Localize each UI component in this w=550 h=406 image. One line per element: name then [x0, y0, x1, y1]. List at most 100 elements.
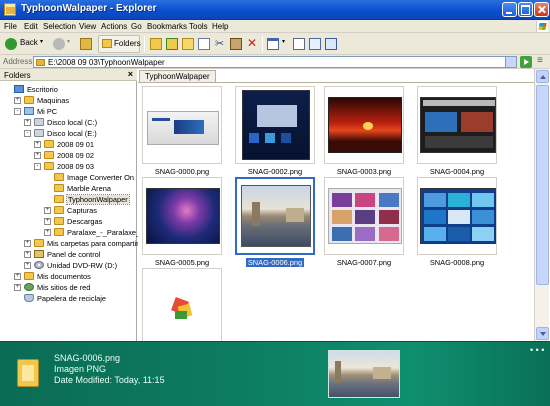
expand-icon[interactable]: +: [44, 229, 51, 236]
scroll-up-arrow-icon[interactable]: [536, 70, 549, 83]
go-button[interactable]: [520, 56, 532, 68]
menu-view[interactable]: View: [79, 22, 96, 31]
minimize-button[interactable]: [502, 2, 517, 17]
thumbnail-image: [420, 97, 496, 153]
tree-item-label: Mi PC: [37, 107, 58, 116]
thumbnail-image: [420, 188, 496, 244]
png-file-icon: [171, 297, 193, 321]
expand-icon[interactable]: +: [34, 141, 41, 148]
up-button[interactable]: [79, 35, 93, 53]
collapse-icon[interactable]: -: [24, 130, 31, 137]
expand-icon[interactable]: +: [14, 284, 21, 291]
paste-button[interactable]: [230, 35, 242, 53]
address-options-icon[interactable]: ≡: [535, 55, 547, 68]
tree-item-label: 2008 09 01: [57, 140, 94, 149]
expand-icon[interactable]: +: [34, 152, 41, 159]
folder-icon: [44, 151, 54, 159]
copy-to-button[interactable]: [166, 35, 178, 53]
thumbnail-caption: SNAG-0007.png: [336, 258, 392, 267]
details-more-icon[interactable]: • • •: [530, 345, 544, 355]
address-input[interactable]: E:\2008 09 03\TyphoonWalpaper: [33, 56, 517, 68]
tree-item-label: Mis sitios de red: [37, 283, 91, 292]
drive-icon: [34, 118, 44, 126]
new-folder-button[interactable]: [182, 35, 194, 53]
copy-button[interactable]: [198, 35, 210, 53]
network-icon: [24, 283, 34, 291]
slideshow-button[interactable]: [325, 35, 337, 53]
menu-edit[interactable]: Edit: [24, 22, 38, 31]
file-type-icon: [17, 359, 39, 387]
folder-icon: [54, 228, 64, 236]
menu-file[interactable]: File: [4, 22, 17, 31]
forward-button[interactable]: ▾: [52, 35, 72, 53]
scroll-down-arrow-icon[interactable]: [536, 327, 549, 340]
expand-icon[interactable]: +: [24, 119, 31, 126]
forward-dropdown-icon[interactable]: ▾: [67, 38, 70, 45]
views-dropdown-icon[interactable]: ▾: [282, 38, 285, 45]
thumbnail-caption: SNAG-0000.png: [154, 167, 210, 176]
address-bar: Address E:\2008 09 03\TyphoonWalpaper ≡: [0, 55, 550, 69]
tree-item-label: 2008 09 03: [57, 162, 94, 171]
expand-icon[interactable]: +: [14, 97, 21, 104]
thumbnail-caption: SNAG-0008.png: [429, 258, 485, 267]
details-modified: Date Modified: Today, 11:15: [54, 375, 165, 385]
menu-help[interactable]: Help: [212, 22, 228, 31]
window-title: TyphoonWalpaper - Explorer: [21, 3, 157, 14]
folder-icon: [44, 140, 54, 148]
details-preview-image: [328, 350, 400, 398]
thumbnail-frame: [417, 86, 497, 164]
views-button[interactable]: ▾: [267, 35, 289, 53]
expand-icon[interactable]: +: [44, 207, 51, 214]
page-view-button[interactable]: [309, 35, 321, 53]
vertical-scrollbar[interactable]: [534, 69, 549, 341]
windows-logo-icon: [536, 21, 548, 32]
close-button[interactable]: [534, 2, 549, 17]
tree-item-label: Papelera de reciclaje: [37, 294, 107, 303]
expand-icon[interactable]: +: [24, 262, 31, 269]
scrollbar-thumb[interactable]: [536, 85, 549, 285]
scissors-icon: ✂: [215, 38, 225, 50]
folder-icon: [24, 96, 34, 104]
menu-actions[interactable]: Actions: [101, 22, 127, 31]
recycle-bin-icon: [24, 294, 34, 302]
folders-button[interactable]: Folders: [98, 35, 141, 53]
folders-icon: [102, 39, 112, 48]
thumbnail-frame: [235, 86, 315, 164]
thumbnail-frame: [324, 177, 404, 255]
tree-item-label: TyphoonWalpaper: [66, 194, 130, 205]
menu-go[interactable]: Go: [131, 22, 142, 31]
address-dropdown-button[interactable]: [505, 57, 516, 67]
folder-icon: [54, 184, 64, 192]
drive-icon: [34, 129, 44, 137]
move-to-button[interactable]: [150, 35, 162, 53]
maximize-button[interactable]: [518, 2, 533, 17]
tree-item-label: Escritorio: [27, 85, 58, 94]
tab-typhoonwalpaper[interactable]: TyphoonWalpaper: [139, 70, 216, 82]
menu-selection[interactable]: Selection: [43, 22, 76, 31]
menu-tools[interactable]: Tools: [189, 22, 208, 31]
thumbnail-caption: SNAG-0004.png: [429, 167, 485, 176]
back-dropdown-icon[interactable]: ▾: [40, 38, 43, 45]
close-pane-icon[interactable]: ×: [128, 69, 133, 79]
computer-icon: [24, 107, 34, 115]
expand-icon[interactable]: +: [44, 218, 51, 225]
thumbnail-frame: [142, 177, 222, 255]
delete-button[interactable]: ✕: [246, 35, 258, 53]
copy-folder-icon: [166, 38, 178, 50]
expand-icon[interactable]: +: [14, 273, 21, 280]
collapse-icon[interactable]: -: [14, 108, 21, 115]
thumbnail-frame: [417, 177, 497, 255]
expand-icon[interactable]: +: [24, 251, 31, 258]
properties-button[interactable]: [293, 35, 305, 53]
back-button[interactable]: Back ▾: [4, 35, 46, 53]
cut-button[interactable]: ✂: [214, 35, 226, 53]
tree-item-label: Disco local (C:): [47, 118, 98, 127]
expand-icon[interactable]: +: [24, 240, 31, 247]
menu-bookmarks[interactable]: Bookmarks: [147, 22, 187, 31]
folder-icon: [34, 239, 44, 247]
details-filename: SNAG-0006.png: [54, 353, 121, 363]
details-panel: SNAG-0006.png Imagen PNG Date Modified: …: [0, 341, 550, 406]
collapse-icon[interactable]: -: [34, 163, 41, 170]
thumbnail-frame: [142, 268, 222, 342]
tree-item-label: 2008 09 02: [57, 151, 94, 160]
